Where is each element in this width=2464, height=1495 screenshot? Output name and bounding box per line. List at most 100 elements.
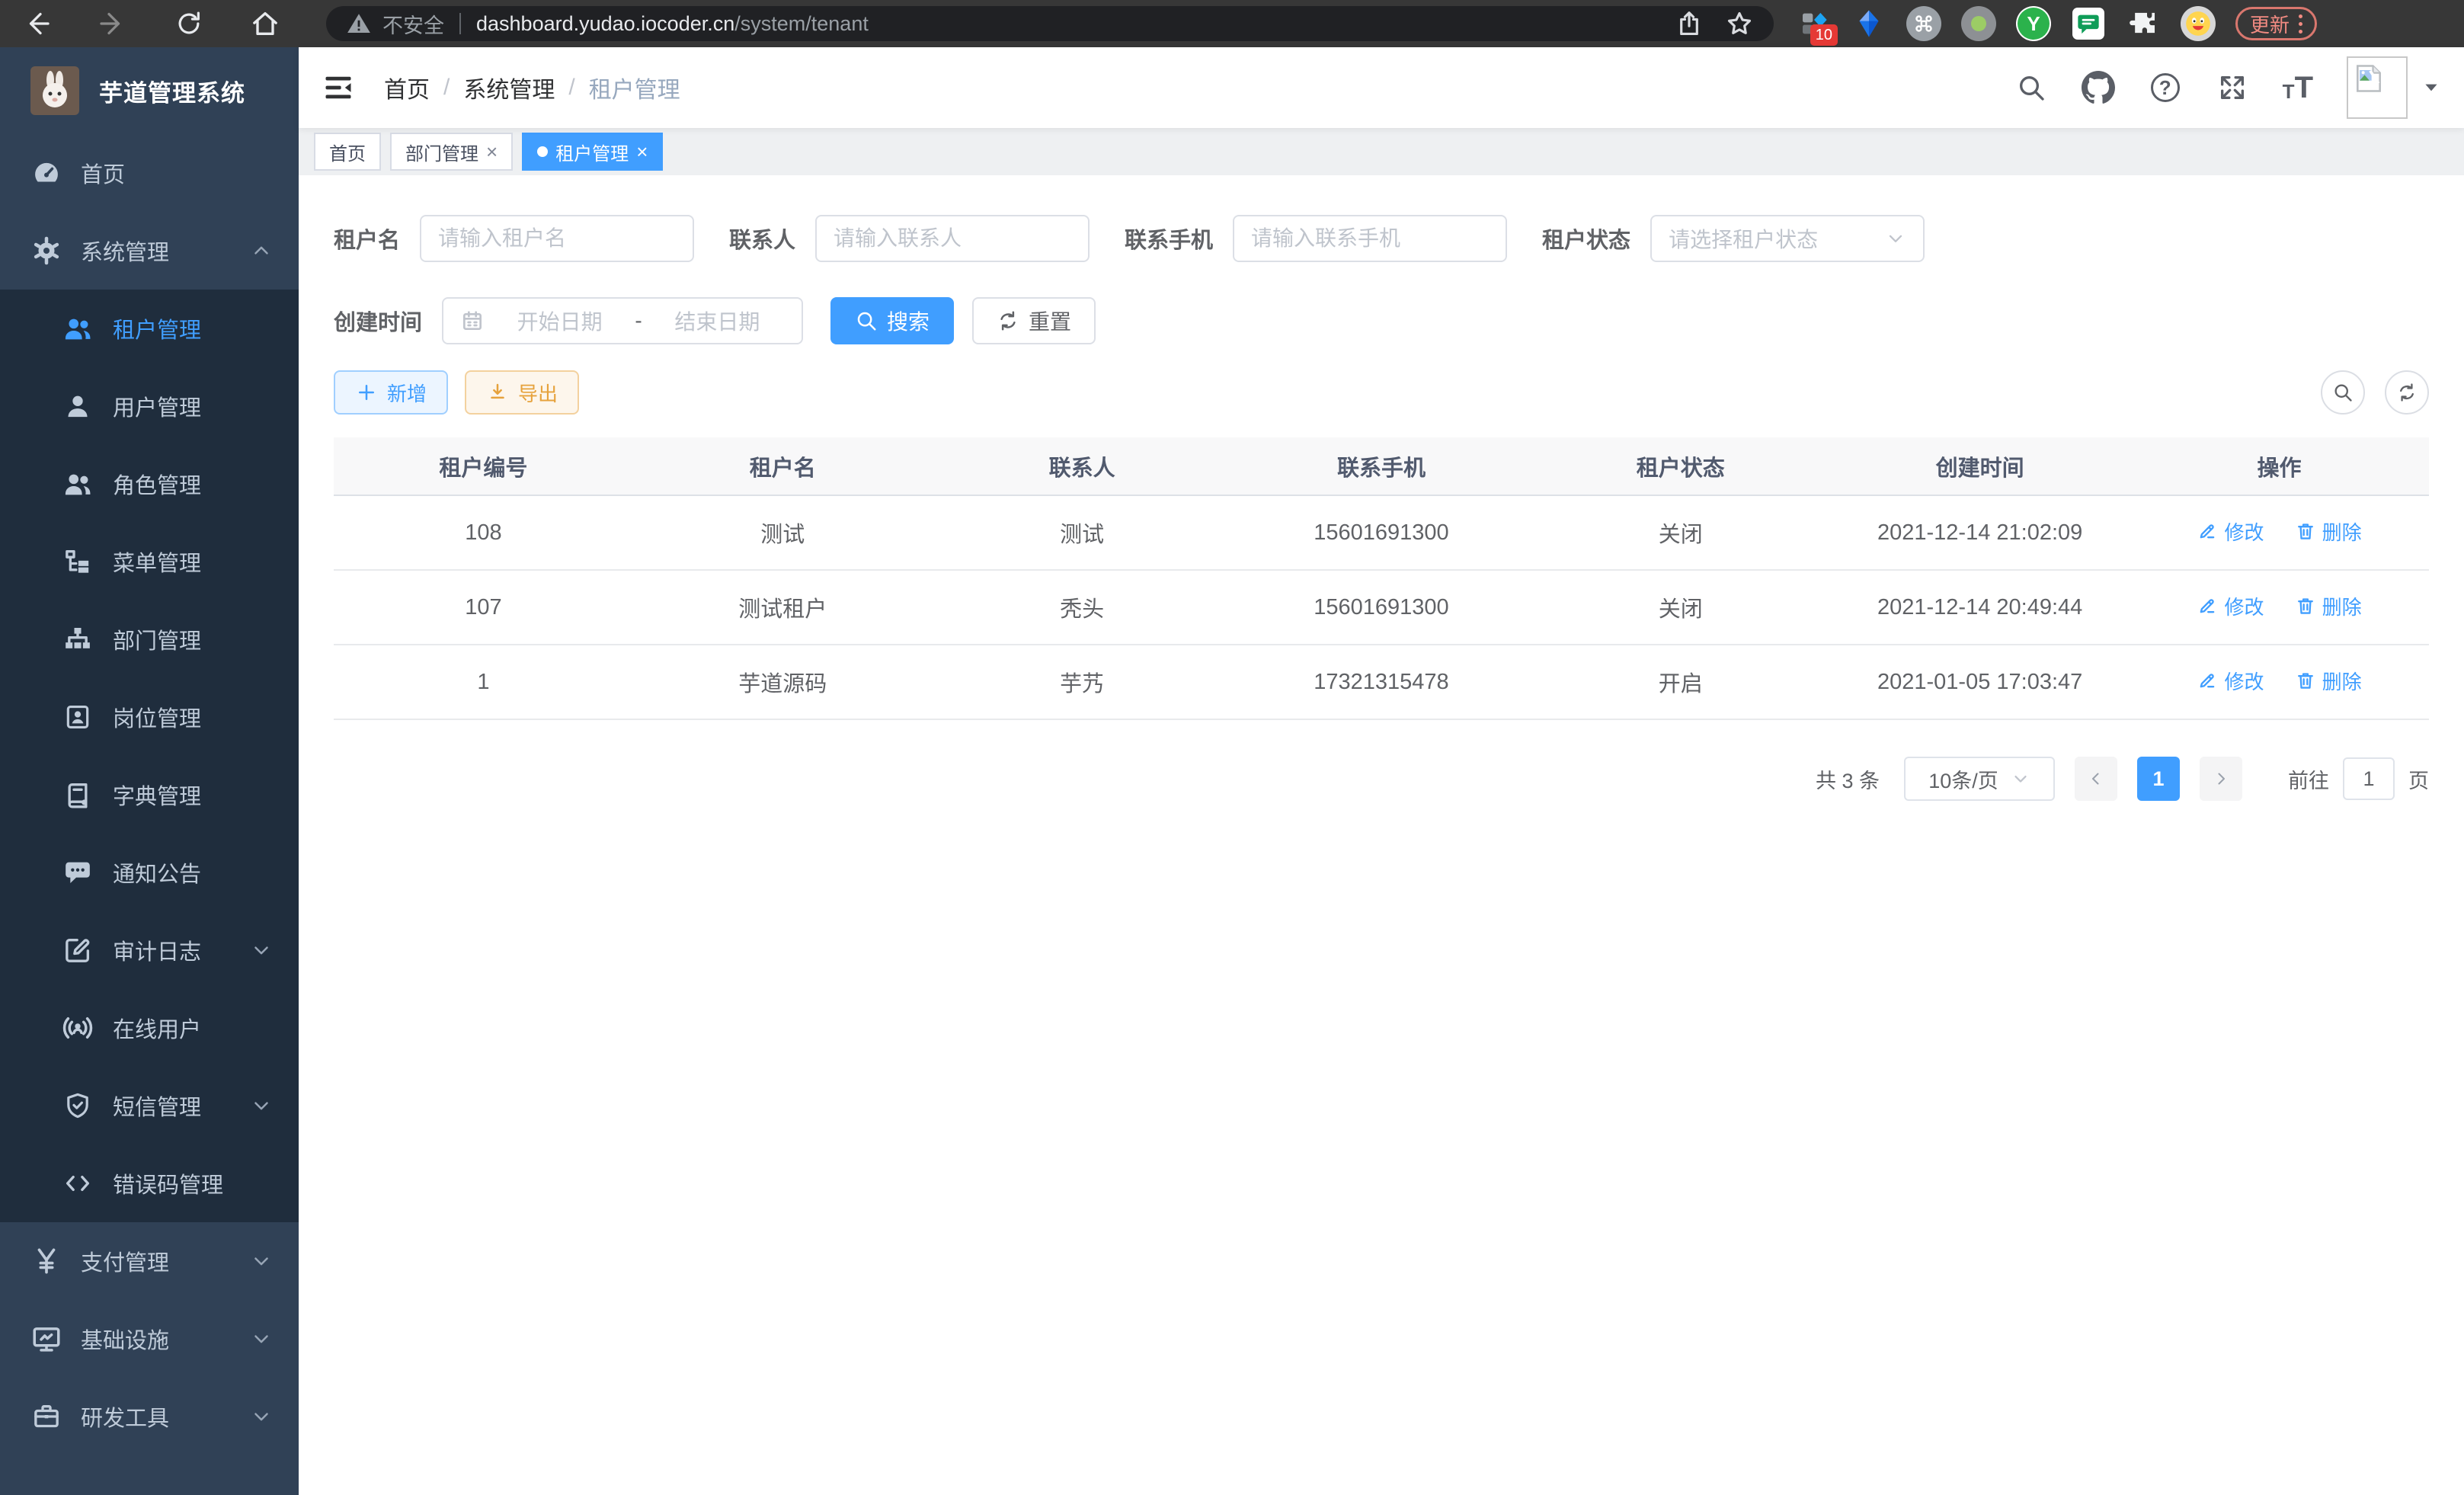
toolbar-right: [2321, 370, 2429, 415]
prev-page-button[interactable]: [2075, 757, 2117, 801]
bookmark-star-icon[interactable]: [1725, 9, 1754, 38]
delete-link[interactable]: 删除: [2295, 592, 2362, 620]
y-extension-icon[interactable]: Y: [2016, 6, 2051, 41]
cell-created: 2021-12-14 20:49:44: [1830, 570, 2130, 645]
extensions-puzzle-icon[interactable]: [2126, 6, 2161, 41]
tenant-name-input[interactable]: [420, 215, 694, 262]
back-icon[interactable]: [20, 7, 53, 40]
sidebar-item-tenant[interactable]: 租户管理: [0, 290, 299, 367]
help-icon[interactable]: ?: [2149, 71, 2182, 104]
pen-icon: [2197, 520, 2218, 542]
goto-page-input[interactable]: [2343, 757, 2395, 800]
url-host[interactable]: dashboard.yudao.iocoder.cn: [476, 12, 734, 36]
avatar-caret-icon[interactable]: [2421, 78, 2441, 98]
sidebar-item-notice[interactable]: 通知公告: [0, 834, 299, 911]
url-path[interactable]: /system/tenant: [734, 12, 869, 36]
date-range-input[interactable]: 开始日期 - 结束日期: [442, 297, 803, 344]
edit-link[interactable]: 修改: [2197, 592, 2264, 620]
pagination-goto: 前往 页: [2288, 757, 2429, 800]
sidebar-item-menu[interactable]: 菜单管理: [0, 523, 299, 600]
filter-create-time: 创建时间 开始日期 - 结束日期: [334, 297, 803, 344]
command-extension-icon[interactable]: [1906, 6, 1941, 41]
next-page-button[interactable]: [2200, 757, 2242, 801]
refresh-button[interactable]: [2385, 370, 2429, 415]
sidebar-collapse-icon[interactable]: [322, 71, 355, 104]
sidebar-item-home[interactable]: 首页: [0, 134, 299, 212]
security-label[interactable]: 不安全: [382, 9, 444, 39]
tab-home[interactable]: 首页: [314, 133, 381, 171]
sidebar-item-online-user[interactable]: 在线用户: [0, 989, 299, 1067]
search-icon[interactable]: [2014, 71, 2048, 104]
sidebar-item-dict[interactable]: 字典管理: [0, 756, 299, 834]
font-size-icon[interactable]: TT: [2283, 72, 2313, 103]
menu-tree-icon: [61, 545, 94, 578]
sidebar-item-role[interactable]: 角色管理: [0, 445, 299, 523]
sidebar-item-infra[interactable]: 基础设施: [0, 1300, 299, 1378]
end-date-placeholder[interactable]: 结束日期: [650, 306, 785, 336]
reset-button[interactable]: 重置: [972, 297, 1096, 344]
chrome-update-button[interactable]: 更新: [2235, 7, 2317, 40]
close-icon[interactable]: ×: [636, 142, 648, 162]
sidebar-item-label: 基础设施: [81, 1323, 169, 1355]
forward-icon[interactable]: [96, 7, 130, 40]
export-button[interactable]: 导出: [465, 370, 579, 415]
delete-link[interactable]: 删除: [2295, 517, 2362, 546]
start-date-placeholder[interactable]: 开始日期: [492, 306, 627, 336]
close-icon[interactable]: ×: [486, 142, 498, 162]
sidebar-item-pay[interactable]: 支付管理: [0, 1222, 299, 1300]
tab-manager-extension-icon[interactable]: 10: [1797, 6, 1832, 41]
cell-tenant-name: 测试: [633, 495, 933, 570]
breadcrumb-system[interactable]: 系统管理: [463, 71, 555, 104]
github-icon[interactable]: [2082, 71, 2115, 104]
breadcrumb-current: 租户管理: [589, 71, 680, 104]
code-icon: [61, 1167, 94, 1200]
chat-extension-icon[interactable]: [2071, 6, 2106, 41]
edit-link[interactable]: 修改: [2197, 517, 2264, 546]
home-icon[interactable]: [248, 7, 282, 40]
cell-actions: 修改 删除: [2130, 570, 2429, 645]
cell-created: 2021-01-05 17:03:47: [1830, 645, 2130, 719]
kite-extension-icon[interactable]: [1851, 6, 1886, 41]
col-tenant-name: 租户名: [633, 437, 933, 495]
tab-dept[interactable]: 部门管理 ×: [390, 133, 513, 171]
recorder-extension-icon[interactable]: [1961, 6, 1996, 41]
breadcrumb-separator: /: [568, 75, 574, 101]
sidebar-item-dept[interactable]: 部门管理: [0, 600, 299, 678]
sidebar-item-dev-tools[interactable]: 研发工具: [0, 1378, 299, 1455]
app-logo-row[interactable]: 芋道管理系统: [0, 47, 299, 134]
share-icon[interactable]: [1675, 9, 1704, 38]
reload-icon[interactable]: [172, 7, 206, 40]
tab-tenant[interactable]: 租户管理 ×: [522, 133, 663, 171]
page-number-1[interactable]: 1: [2137, 757, 2180, 801]
status-select[interactable]: 请选择租户状态: [1650, 215, 1925, 262]
sidebar-item-sms[interactable]: 短信管理: [0, 1067, 299, 1144]
sidebar-item-user[interactable]: 用户管理: [0, 367, 299, 445]
contact-input[interactable]: [815, 215, 1090, 262]
chrome-menu-icon[interactable]: [2299, 14, 2302, 34]
sidebar-item-post[interactable]: 岗位管理: [0, 678, 299, 756]
sidebar-item-system[interactable]: 系统管理: [0, 212, 299, 290]
delete-link[interactable]: 删除: [2295, 667, 2362, 695]
monitor-icon: [29, 1321, 64, 1356]
edit-link[interactable]: 修改: [2197, 667, 2264, 695]
hide-search-button[interactable]: [2321, 370, 2365, 415]
extensions-bar: 10 Y: [1797, 6, 2216, 41]
add-button[interactable]: 新增: [334, 370, 448, 415]
cell-actions: 修改 删除: [2130, 645, 2429, 719]
user-icon: [61, 389, 94, 423]
sidebar-item-label: 首页: [81, 157, 125, 189]
trash-icon: [2295, 670, 2316, 691]
avatar[interactable]: [2347, 56, 2408, 119]
mobile-input[interactable]: [1233, 215, 1507, 262]
fullscreen-icon[interactable]: [2216, 71, 2249, 104]
emoji-extension-icon[interactable]: [2181, 6, 2216, 41]
sidebar-item-audit-log[interactable]: 审计日志: [0, 911, 299, 989]
pagination-total: 共 3 条: [1816, 764, 1880, 794]
sidebar-item-error-code[interactable]: 错误码管理: [0, 1144, 299, 1222]
search-button[interactable]: 搜索: [830, 297, 954, 344]
address-bar[interactable]: 不安全 dashboard.yudao.iocoder.cn/system/te…: [326, 6, 1774, 41]
breadcrumb-home[interactable]: 首页: [384, 71, 430, 104]
chevron-down-icon: [250, 1327, 273, 1350]
page-size-select[interactable]: 10条/页: [1904, 757, 2055, 801]
tab-label: 首页: [329, 139, 366, 165]
